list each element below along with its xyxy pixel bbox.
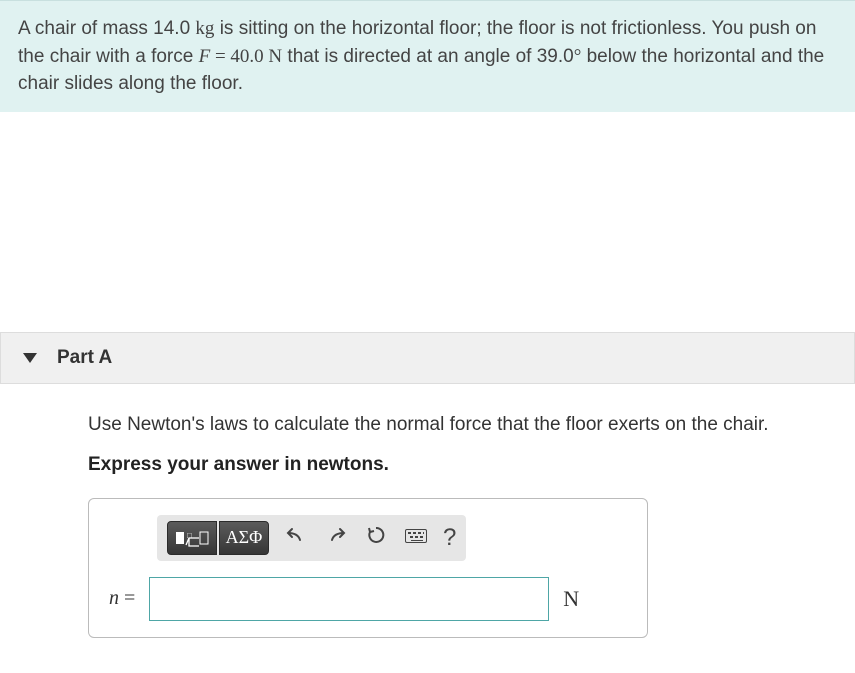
keyboard-icon [405,529,427,543]
template-button-group: □ ΑΣΦ [167,521,269,555]
redo-button[interactable] [323,526,349,550]
templates-icon: □ [175,528,209,548]
help-button[interactable]: ? [443,524,456,552]
answer-input[interactable] [149,577,549,621]
answer-row: n = N [109,577,627,621]
force-equals: = 40.0 [210,46,268,67]
part-title: Part A [57,347,112,369]
answer-box: □ ΑΣΦ ? [88,498,648,638]
part-header[interactable]: Part A [0,332,855,384]
keyboard-button[interactable] [403,526,429,549]
problem-text-3: that is directed at an angle of 39.0 [282,46,574,67]
reset-icon [366,525,386,545]
mass-unit: kg [195,18,214,39]
force-variable: F [199,46,211,67]
equation-toolbar: □ ΑΣΦ ? [157,515,466,561]
undo-button[interactable] [283,526,309,550]
answer-unit: N [563,586,579,612]
reset-button[interactable] [363,525,389,551]
collapse-caret-icon [23,353,37,363]
spacer [0,112,855,332]
undo-icon [286,526,306,544]
greek-label: ΑΣΦ [226,527,263,548]
problem-statement: A chair of mass 14.0 kg is sitting on th… [0,0,855,112]
part-instruction: Use Newton's laws to calculate the norma… [88,414,827,436]
redo-icon [326,526,346,544]
answer-variable: n = [109,587,135,610]
problem-text-1: A chair of mass 14.0 [18,18,195,39]
force-unit: N [268,46,282,67]
math-templates-button[interactable]: □ [167,521,217,555]
part-directive: Express your answer in newtons. [88,454,827,476]
part-body: Use Newton's laws to calculate the norma… [0,384,855,648]
greek-letters-button[interactable]: ΑΣΦ [219,521,269,555]
